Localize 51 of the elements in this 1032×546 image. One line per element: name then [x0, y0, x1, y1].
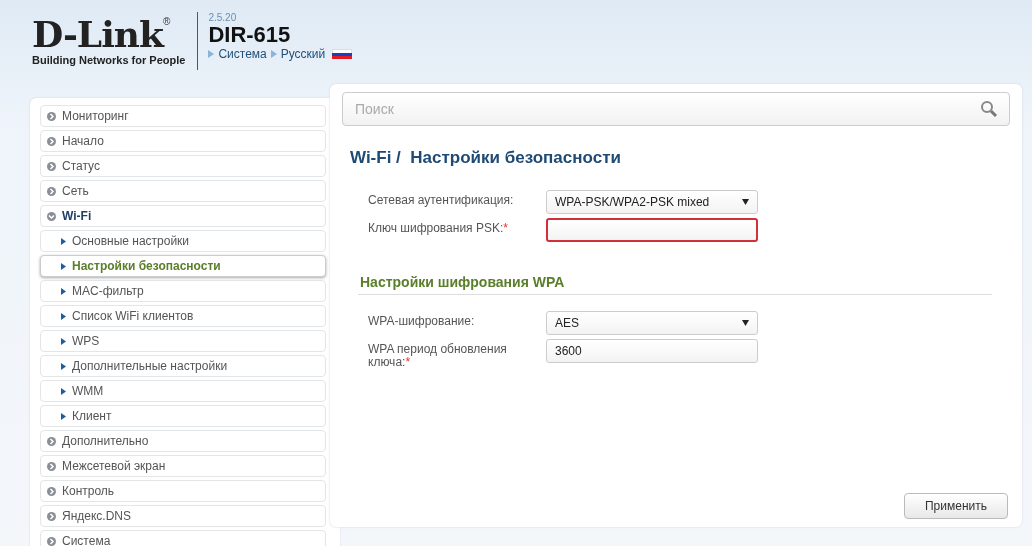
menu-item[interactable]: Список WiFi клиентов	[40, 305, 326, 327]
search-icon	[980, 100, 998, 118]
field-label: Сетевая аутентификация:	[368, 192, 515, 207]
menu-item[interactable]: Настройки безопасности	[40, 255, 326, 277]
section-heading: Настройки шифрования WPA	[360, 274, 566, 292]
chevron-icon	[61, 312, 66, 320]
menu-item[interactable]: Клиент	[40, 405, 326, 427]
chevron-icon	[61, 412, 66, 420]
chevron-icon	[61, 337, 66, 345]
chevron-icon	[61, 237, 66, 245]
menu-item[interactable]: Дополнительно	[40, 430, 326, 452]
firmware-version: 2.5.20	[208, 12, 238, 23]
chevron-icon	[61, 262, 66, 270]
menu-item[interactable]: Мониторинг	[40, 105, 326, 127]
menu-item[interactable]: MAC-фильтр	[40, 280, 326, 302]
breadcrumb-link[interactable]: Система	[218, 47, 267, 61]
menu-item[interactable]: Яндекс.DNS	[40, 505, 326, 527]
menu-item[interactable]: Межсетевой экран	[40, 455, 326, 477]
chevron-icon	[61, 387, 66, 395]
page-title: Wi-Fi / Настройки безопасности	[350, 148, 622, 168]
registered-mark: ®	[162, 16, 171, 27]
dropdown-arrow-icon	[742, 320, 749, 326]
arrow-icon	[270, 50, 277, 58]
input-field[interactable]	[546, 218, 758, 242]
chevron-icon	[61, 362, 66, 370]
menu-item[interactable]: Основные настройки	[40, 230, 326, 252]
field-label: Ключ шифрования PSK:*	[368, 220, 509, 235]
breadcrumb-link[interactable]: Русский	[280, 47, 326, 61]
brand-tagline: Building Networks for People	[32, 54, 186, 66]
menu-item[interactable]: Статус	[40, 155, 326, 177]
dropdown[interactable]: WPA-PSK/WPA2-PSK mixed	[546, 190, 758, 214]
field-label: WPA период обновления ключа:*	[368, 341, 508, 369]
brand-logo: D-Link	[32, 16, 163, 52]
dropdown[interactable]: AES	[546, 311, 758, 335]
arrow-icon	[208, 50, 215, 58]
dropdown-arrow-icon	[742, 199, 749, 205]
menu-item[interactable]: WMM	[40, 380, 326, 402]
device-model: DIR-615	[208, 23, 292, 47]
input-field[interactable]: 3600	[546, 339, 758, 363]
menu-item[interactable]: Дополнительные настройки	[40, 355, 326, 377]
apply-button[interactable]: Применить	[904, 493, 1008, 519]
menu-item[interactable]: Система	[40, 530, 326, 546]
search-field[interactable]: Поиск	[342, 92, 1010, 126]
flag-icon	[332, 49, 353, 59]
field-label: WPA-шифрование:	[368, 313, 476, 328]
menu-item[interactable]: Контроль	[40, 480, 326, 502]
menu-item[interactable]: Начало	[40, 130, 326, 152]
menu-item[interactable]: WPS	[40, 330, 326, 352]
chevron-icon	[61, 287, 66, 295]
menu-item[interactable]: Wi-Fi	[40, 205, 326, 227]
menu-item[interactable]: Сеть	[40, 180, 326, 202]
